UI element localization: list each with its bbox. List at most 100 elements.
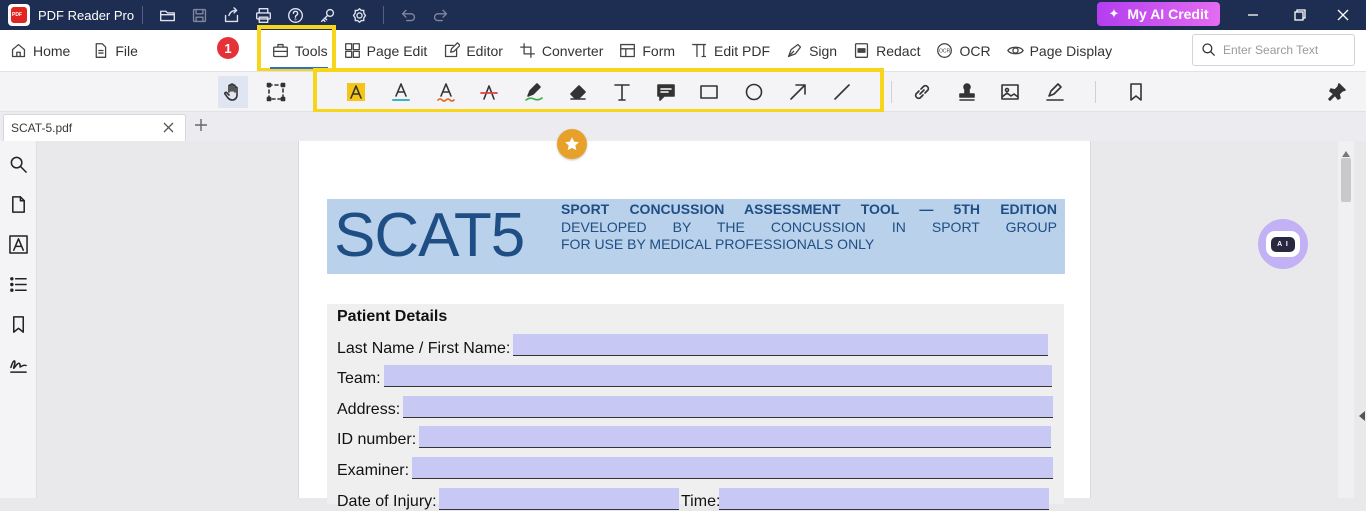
stamp-button[interactable] [952,76,982,108]
share-icon[interactable] [215,0,247,30]
field-label-name: Last Name / First Name: [337,340,511,357]
search-icon [1202,43,1216,57]
examiner-field[interactable] [412,457,1053,479]
hand-icon [224,83,238,101]
menu-sign-label: Sign [809,42,838,59]
menu-sign[interactable]: Sign [778,30,845,71]
field-label-time: Time: [681,493,721,510]
link-button[interactable] [907,76,937,108]
save-icon[interactable] [183,0,215,30]
settings-icon[interactable] [343,0,375,30]
scrollbar-thumb[interactable] [1341,158,1351,202]
favorite-star-button[interactable] [557,129,587,159]
field-label-examiner: Examiner: [337,462,410,479]
add-tab-button[interactable] [193,117,211,135]
image-icon [1001,84,1019,100]
robot-face-icon: A I [1271,236,1295,252]
sidebar-outline-icon[interactable] [7,273,29,295]
menu-form-label: Form [642,42,676,59]
document-tab[interactable]: SCAT-5.pdf [3,114,186,141]
maximize-button[interactable] [1277,0,1323,30]
sidebar-thumbnails-icon[interactable] [7,193,29,215]
field-label-address: Address: [337,401,401,418]
scat5-subheading-2: FOR USE BY MEDICAL PROFESSIONALS ONLY [561,236,875,252]
robot-icon: A I [1266,231,1300,257]
menu-editor[interactable]: Editor [435,30,511,71]
sidebar-search-icon[interactable] [7,153,29,175]
bookmark-icon [1130,83,1142,101]
open-folder-icon[interactable] [151,0,183,30]
pin-toolbar-button[interactable] [1322,76,1352,108]
collapse-right-panel-icon[interactable] [1358,410,1366,424]
address-field[interactable] [403,396,1053,418]
menu-page-edit[interactable]: Page Edit [336,30,436,71]
menu-editor-label: Editor [466,42,503,59]
link-icon [914,84,930,100]
menu-home-label: Home [33,42,71,59]
menu-redact[interactable]: Redact [845,30,928,71]
star-icon [565,137,579,151]
team-field[interactable] [384,365,1052,387]
annotation-tools-highlight-box [313,68,884,113]
menu-ocr[interactable]: OCR OCR [928,30,998,71]
menu-page-display[interactable]: Page Display [999,30,1121,71]
date-of-injury-field[interactable] [439,488,679,510]
ai-assistant-button[interactable]: A I [1258,219,1308,269]
converter-icon [519,43,535,58]
menu-page-display-label: Page Display [1029,42,1113,59]
marquee-select-icon [266,82,286,102]
ai-credit-label: My AI Credit [1127,6,1209,22]
divider [891,81,892,103]
plus-icon [195,119,207,131]
app-name: PDF Reader Pro [38,7,135,23]
field-label-id: ID number: [337,431,417,448]
image-button[interactable] [995,76,1025,108]
redact-icon [855,43,869,58]
menu-page-edit-label: Page Edit [366,42,428,59]
redo-icon[interactable] [424,0,456,30]
hand-tool-button[interactable] [218,76,248,108]
search-placeholder: Enter Search Text [1223,43,1319,57]
search-input[interactable]: Enter Search Text [1192,34,1355,66]
menu-converter-label: Converter [541,42,604,59]
pen-nib-icon [787,43,802,58]
scat5-subheading: DEVELOPED BY THE CONCUSSION IN SPORT GRO… [561,219,1057,235]
menu-file[interactable]: File [84,30,146,71]
scroll-up-arrow-icon[interactable] [1341,146,1351,157]
scat5-heading: SPORT CONCUSSION ASSESSMENT TOOL — 5TH E… [561,201,1057,217]
sidebar-annotations-icon[interactable] [7,233,29,255]
close-window-button[interactable] [1320,0,1366,30]
signature-icon [1046,83,1064,101]
minimize-button[interactable] [1230,0,1276,30]
eye-icon [1006,46,1024,55]
scat5-banner: SCAT5 SPORT CONCUSSION ASSESSMENT TOOL —… [327,199,1065,274]
bookmark-button[interactable] [1121,76,1151,108]
menu-ocr-label: OCR [959,42,991,59]
field-label-team: Team: [337,370,381,387]
menu-form[interactable]: Form [611,30,683,71]
menu-home[interactable]: Home [2,30,78,71]
signature-button[interactable] [1040,76,1070,108]
menu-edit-pdf[interactable]: Edit PDF [683,30,778,71]
menu-redact-label: Redact [876,42,921,59]
undo-icon[interactable] [392,0,424,30]
svg-text:OCR: OCR [939,49,951,55]
stamp-icon [959,83,975,101]
sidebar-signature-icon[interactable] [7,353,29,375]
ocr-icon: OCR [937,43,953,58]
id-number-field[interactable] [419,426,1051,448]
ai-credit-button[interactable]: ✦ My AI Credit [1097,2,1220,26]
editor-icon [445,42,461,58]
tools-highlight-box [257,25,336,72]
time-field[interactable] [719,488,1049,510]
close-tab-icon[interactable] [162,121,175,134]
sidebar-bookmark-icon[interactable] [7,313,29,335]
app-logo-icon [8,4,30,26]
last-first-name-field[interactable] [513,334,1048,356]
pdf-page: SCAT5 SPORT CONCUSSION ASSESSMENT TOOL —… [298,141,1091,510]
home-icon [11,43,26,58]
area-select-button[interactable] [261,76,291,108]
menu-converter[interactable]: Converter [511,30,611,71]
menu-file-label: File [115,42,138,59]
divider [1095,81,1096,103]
